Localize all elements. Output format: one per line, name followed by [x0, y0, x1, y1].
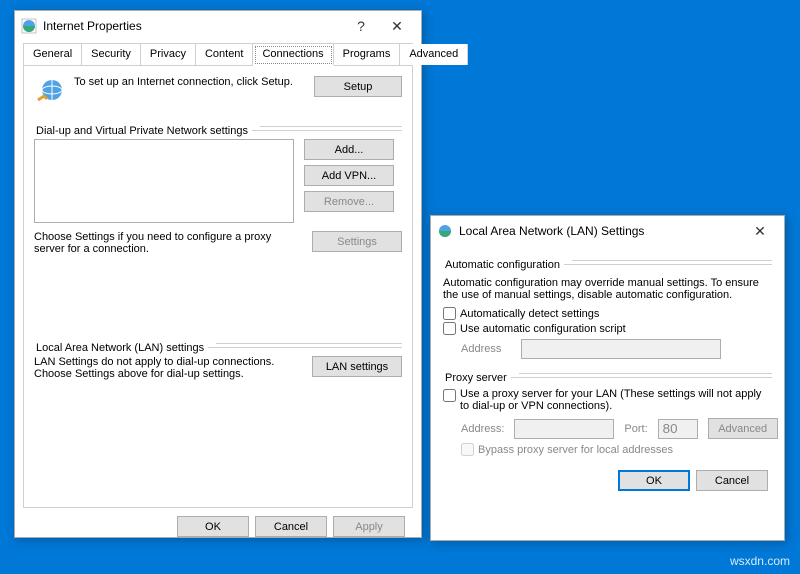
proxy-port-input — [658, 419, 698, 439]
auto-config-text: Automatic configuration may override man… — [443, 277, 772, 301]
watermark: wsxdn.com — [730, 554, 790, 568]
cancel-button[interactable]: Cancel — [255, 516, 327, 537]
tab-strip: General Security Privacy Content Connect… — [23, 43, 413, 66]
auto-detect-label: Automatically detect settings — [460, 308, 599, 320]
auto-config-group-label: Automatic configuration — [441, 259, 564, 271]
dialup-group-label: Dial-up and Virtual Private Network sett… — [32, 125, 252, 137]
proxy-group-label: Proxy server — [441, 372, 511, 384]
lan-close-button[interactable]: ✕ — [742, 217, 778, 245]
help-button[interactable]: ? — [343, 12, 379, 40]
lan-settings-button[interactable]: LAN settings — [312, 356, 402, 377]
add-vpn-button[interactable]: Add VPN... — [304, 165, 394, 186]
setup-text: To set up an Internet connection, click … — [74, 76, 306, 88]
tab-security[interactable]: Security — [82, 44, 141, 65]
use-proxy-label: Use a proxy server for your LAN (These s… — [460, 388, 772, 412]
dialog-buttons: OK Cancel Apply — [23, 508, 413, 545]
use-script-checkbox[interactable]: Use automatic configuration script — [443, 322, 772, 335]
use-proxy-checkbox[interactable]: Use a proxy server for your LAN (These s… — [443, 388, 772, 412]
apply-button: Apply — [333, 516, 405, 537]
tab-privacy[interactable]: Privacy — [141, 44, 196, 65]
lan-settings-window: Local Area Network (LAN) Settings ✕ Auto… — [430, 215, 785, 541]
internet-properties-window: Internet Properties ? ✕ General Security… — [14, 10, 422, 538]
proxy-port-label: Port: — [624, 423, 647, 435]
titlebar: Internet Properties ? ✕ — [15, 11, 421, 41]
lan-dialog-buttons: OK Cancel — [439, 462, 776, 499]
close-button[interactable]: ✕ — [379, 12, 415, 40]
dialup-listbox[interactable] — [34, 139, 294, 223]
internet-options-icon — [21, 18, 37, 34]
proxy-address-input — [514, 419, 614, 439]
lan-titlebar: Local Area Network (LAN) Settings ✕ — [431, 216, 784, 246]
lan-help-text: LAN Settings do not apply to dial-up con… — [34, 356, 302, 380]
globe-wizard-icon — [34, 76, 66, 108]
tab-advanced[interactable]: Advanced — [400, 44, 468, 65]
lan-cancel-button[interactable]: Cancel — [696, 470, 768, 491]
proxy-address-label: Address: — [461, 423, 504, 435]
lan-body: Automatic configuration Automatic config… — [431, 246, 784, 456]
remove-button: Remove... — [304, 191, 394, 212]
auto-detect-checkbox[interactable]: Automatically detect settings — [443, 307, 772, 320]
connections-panel: To set up an Internet connection, click … — [23, 66, 413, 508]
lan-group-label: Local Area Network (LAN) settings — [32, 342, 208, 354]
use-script-label: Use automatic configuration script — [460, 323, 626, 335]
setup-button[interactable]: Setup — [314, 76, 402, 97]
tab-general[interactable]: General — [24, 44, 82, 65]
choose-settings-text: Choose Settings if you need to configure… — [34, 231, 302, 255]
lan-window-title: Local Area Network (LAN) Settings — [459, 224, 742, 238]
internet-options-icon — [437, 223, 453, 239]
script-address-input — [521, 339, 721, 359]
tab-connections[interactable]: Connections — [253, 44, 333, 66]
lan-ok-button[interactable]: OK — [618, 470, 690, 491]
ok-button[interactable]: OK — [177, 516, 249, 537]
settings-button: Settings — [312, 231, 402, 252]
tab-programs[interactable]: Programs — [334, 44, 401, 65]
add-button[interactable]: Add... — [304, 139, 394, 160]
window-title: Internet Properties — [43, 19, 343, 33]
bypass-local-label: Bypass proxy server for local addresses — [478, 444, 673, 456]
script-address-label: Address — [461, 343, 511, 355]
proxy-advanced-button: Advanced — [708, 418, 778, 439]
tab-content[interactable]: Content — [196, 44, 254, 65]
bypass-local-checkbox: Bypass proxy server for local addresses — [461, 443, 772, 456]
